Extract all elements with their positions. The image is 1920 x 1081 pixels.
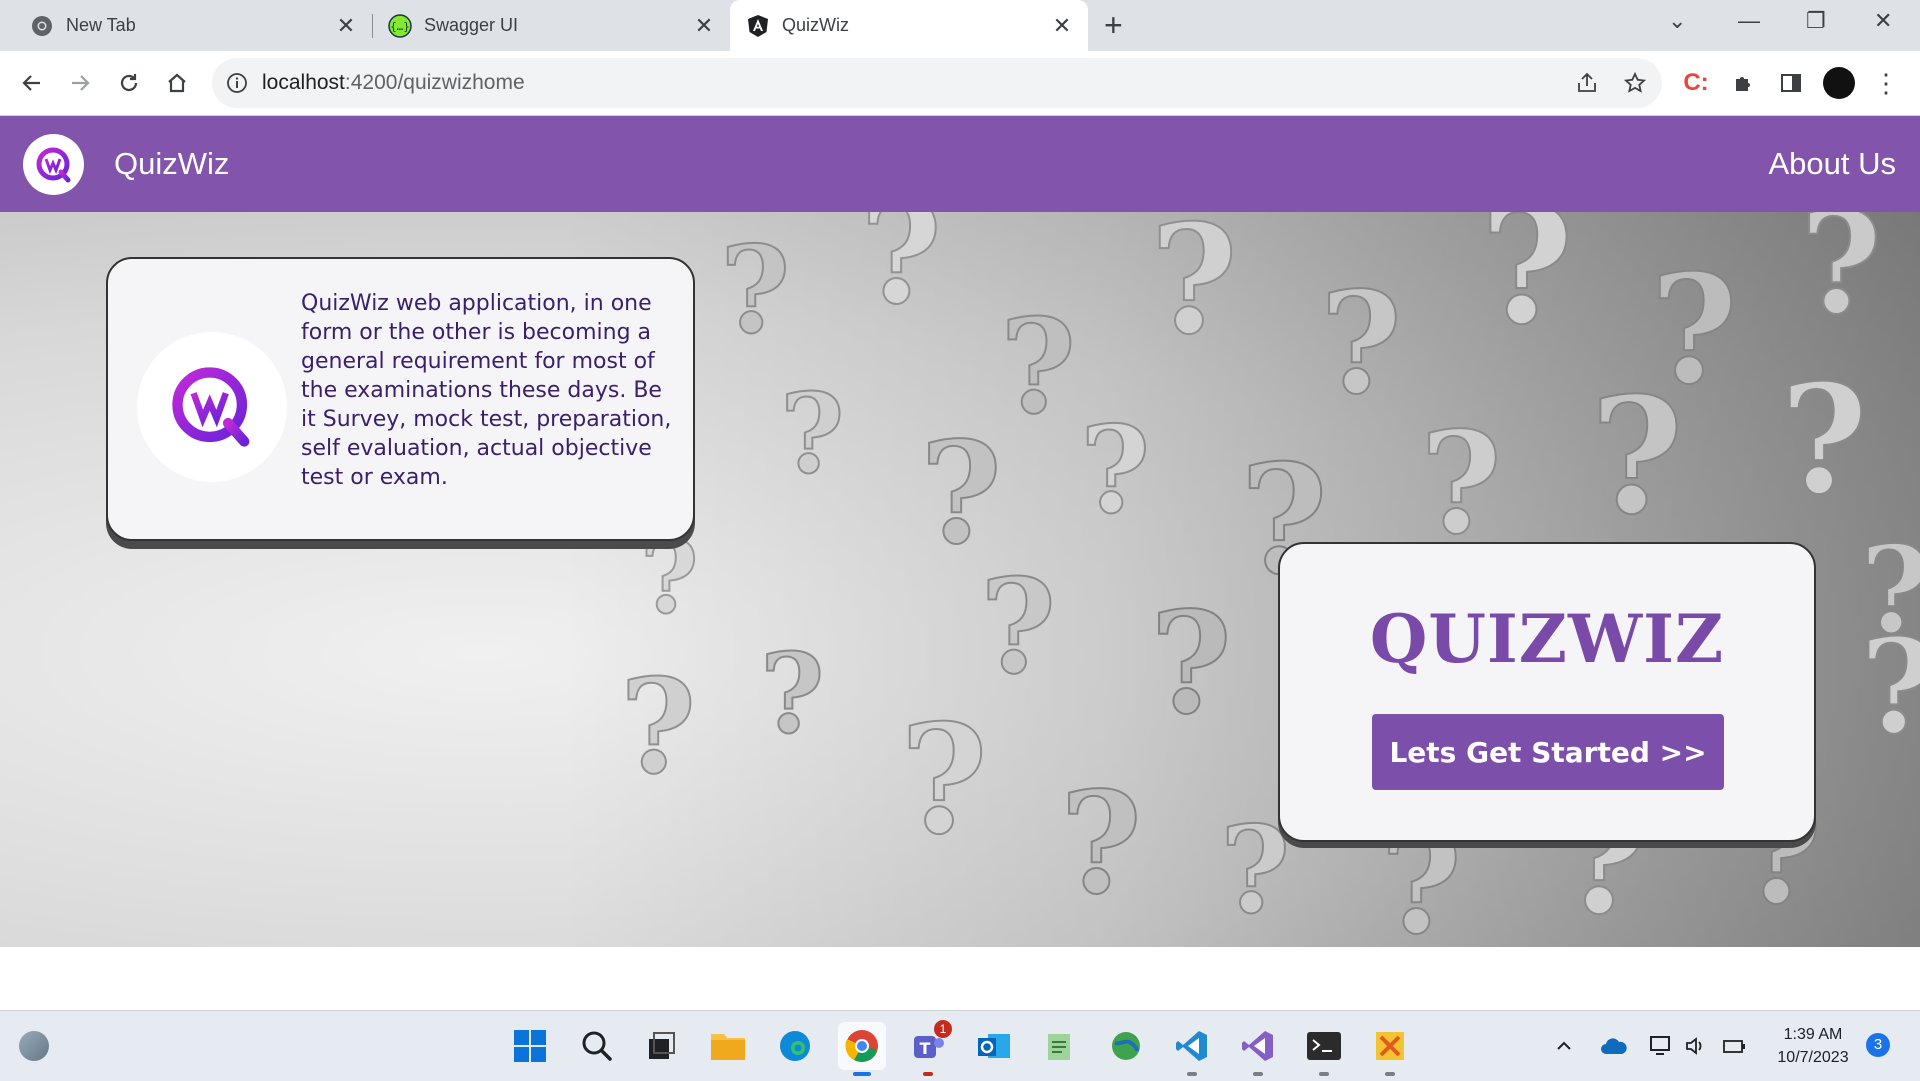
tab-label: New Tab	[66, 15, 136, 35]
teams-icon[interactable]: T 1	[904, 1020, 952, 1076]
svg-text:?: ?	[1150, 582, 1232, 746]
windows-start-icon[interactable]	[506, 1022, 554, 1070]
app-navbar: QuizWiz About Us	[0, 116, 1920, 212]
browser-toolbar: localhost:4200/quizwizhome C: ⋮	[0, 51, 1920, 116]
reload-icon[interactable]	[111, 65, 147, 101]
vscode-icon[interactable]	[1168, 1022, 1216, 1076]
notification-center-badge[interactable]: 3	[1866, 1033, 1890, 1057]
home-icon[interactable]	[159, 65, 195, 101]
close-window-icon[interactable]: ✕	[1874, 8, 1892, 34]
forward-icon[interactable]	[62, 65, 98, 101]
svg-text:?: ?	[1860, 520, 1920, 661]
tab-search-icon[interactable]: ⌄	[1668, 8, 1686, 34]
brand-heading: QUIZWIZ	[1369, 600, 1725, 678]
chrome-icon	[30, 14, 54, 38]
weather-widget-icon[interactable]	[10, 1022, 58, 1070]
about-info-card: QuizWiz web application, in one form or …	[106, 257, 695, 541]
back-icon[interactable]	[14, 65, 50, 101]
teams-notification-badge: 1	[934, 1020, 952, 1038]
tab-new-tab[interactable]: New Tab ✕	[0, 0, 372, 51]
swagger-icon: {…}	[388, 13, 412, 38]
get-started-card: QUIZWIZ Lets Get Started >>	[1278, 542, 1816, 842]
new-tab-button[interactable]: +	[1104, 8, 1123, 42]
profile-avatar-icon[interactable]	[1821, 65, 1857, 101]
restore-icon[interactable]: ❐	[1806, 8, 1826, 34]
svg-text:?: ?	[1000, 290, 1076, 443]
site-info-icon[interactable]	[226, 72, 248, 94]
angular-icon	[746, 14, 770, 38]
svg-text:T: T	[920, 1039, 931, 1058]
notepad-icon[interactable]	[1036, 1022, 1084, 1070]
about-us-link[interactable]: About Us	[1768, 146, 1896, 182]
svg-text:?: ?	[860, 212, 942, 336]
onedrive-cloud-icon[interactable]	[1590, 1022, 1638, 1070]
edge-icon[interactable]	[771, 1022, 819, 1070]
share-icon[interactable]	[1569, 65, 1605, 101]
close-tab-icon[interactable]: ✕	[692, 13, 716, 39]
task-view-icon[interactable]	[638, 1022, 686, 1070]
clock-time: 1:39 AM	[1783, 1026, 1843, 1043]
svg-text:?: ?	[1150, 212, 1238, 368]
svg-text:?: ?	[1480, 212, 1574, 360]
close-tab-icon[interactable]: ✕	[1050, 13, 1074, 39]
menu-kebab-icon[interactable]: ⋮	[1868, 65, 1904, 101]
svg-text:?: ?	[720, 220, 790, 361]
quizwiz-logo-icon	[137, 332, 287, 482]
extension-c-icon[interactable]: C:	[1678, 65, 1714, 101]
get-started-button[interactable]: Lets Get Started >>	[1372, 714, 1724, 790]
svg-text:?: ?	[1780, 352, 1868, 528]
extensions-puzzle-icon[interactable]	[1726, 65, 1762, 101]
battery-icon[interactable]	[1710, 1022, 1758, 1070]
clock[interactable]: 1:39 AM 10/7/2023	[1768, 1023, 1858, 1069]
svg-text:?: ?	[1800, 212, 1882, 346]
address-bar[interactable]: localhost:4200/quizwizhome	[212, 58, 1662, 108]
close-tab-icon[interactable]: ✕	[334, 13, 358, 39]
file-explorer-icon[interactable]	[704, 1022, 752, 1070]
svg-text:?: ?	[780, 369, 844, 498]
svg-text:?: ?	[620, 650, 696, 803]
browser-tab-strip: New Tab ✕ {…} Swagger UI ✕ QuizWiz ✕ + ⌄…	[0, 0, 1920, 51]
hero-section: ? ? ? ? ? ? ? ? ? ? ? ? ? ? ? ? ? ? ? ? …	[0, 212, 1920, 947]
show-hidden-icons-chevron-icon[interactable]	[1540, 1022, 1588, 1070]
app-description: QuizWiz web application, in one form or …	[301, 291, 672, 490]
svg-text:?: ?	[900, 692, 988, 868]
terminal-icon[interactable]	[1300, 1022, 1348, 1076]
tab-swagger-ui[interactable]: {…} Swagger UI ✕	[358, 0, 730, 51]
svg-text:?: ?	[980, 550, 1056, 703]
bookmark-star-icon[interactable]	[1617, 65, 1653, 101]
tools-icon[interactable]	[1366, 1022, 1414, 1076]
svg-text:?: ?	[760, 629, 824, 758]
windows-taskbar: T 1 1:39 AM 10/7/2023 3	[0, 1010, 1920, 1081]
search-icon[interactable]	[573, 1022, 621, 1070]
tab-label: QuizWiz	[782, 15, 849, 35]
minimize-icon[interactable]: —	[1738, 8, 1760, 34]
quizwiz-logo-icon[interactable]	[23, 134, 84, 195]
svg-text:?: ?	[1060, 762, 1142, 926]
chrome-taskbar-icon[interactable]	[838, 1022, 886, 1076]
app-title[interactable]: QuizWiz	[114, 146, 229, 182]
tab-label: Swagger UI	[424, 15, 519, 35]
svg-text:{…}: {…}	[390, 20, 410, 33]
tab-quizwiz[interactable]: QuizWiz ✕	[730, 0, 1088, 51]
url-text: localhost:4200/quizwizhome	[262, 71, 525, 94]
side-panel-icon[interactable]	[1773, 65, 1809, 101]
clock-date: 10/7/2023	[1777, 1049, 1849, 1066]
svg-text:?: ?	[1590, 362, 1684, 550]
visual-studio-icon[interactable]	[1234, 1022, 1282, 1076]
outlook-icon[interactable]	[970, 1022, 1018, 1070]
globe-icon[interactable]	[1102, 1022, 1150, 1070]
svg-text:?: ?	[1080, 400, 1150, 541]
svg-text:?: ?	[1320, 262, 1402, 426]
